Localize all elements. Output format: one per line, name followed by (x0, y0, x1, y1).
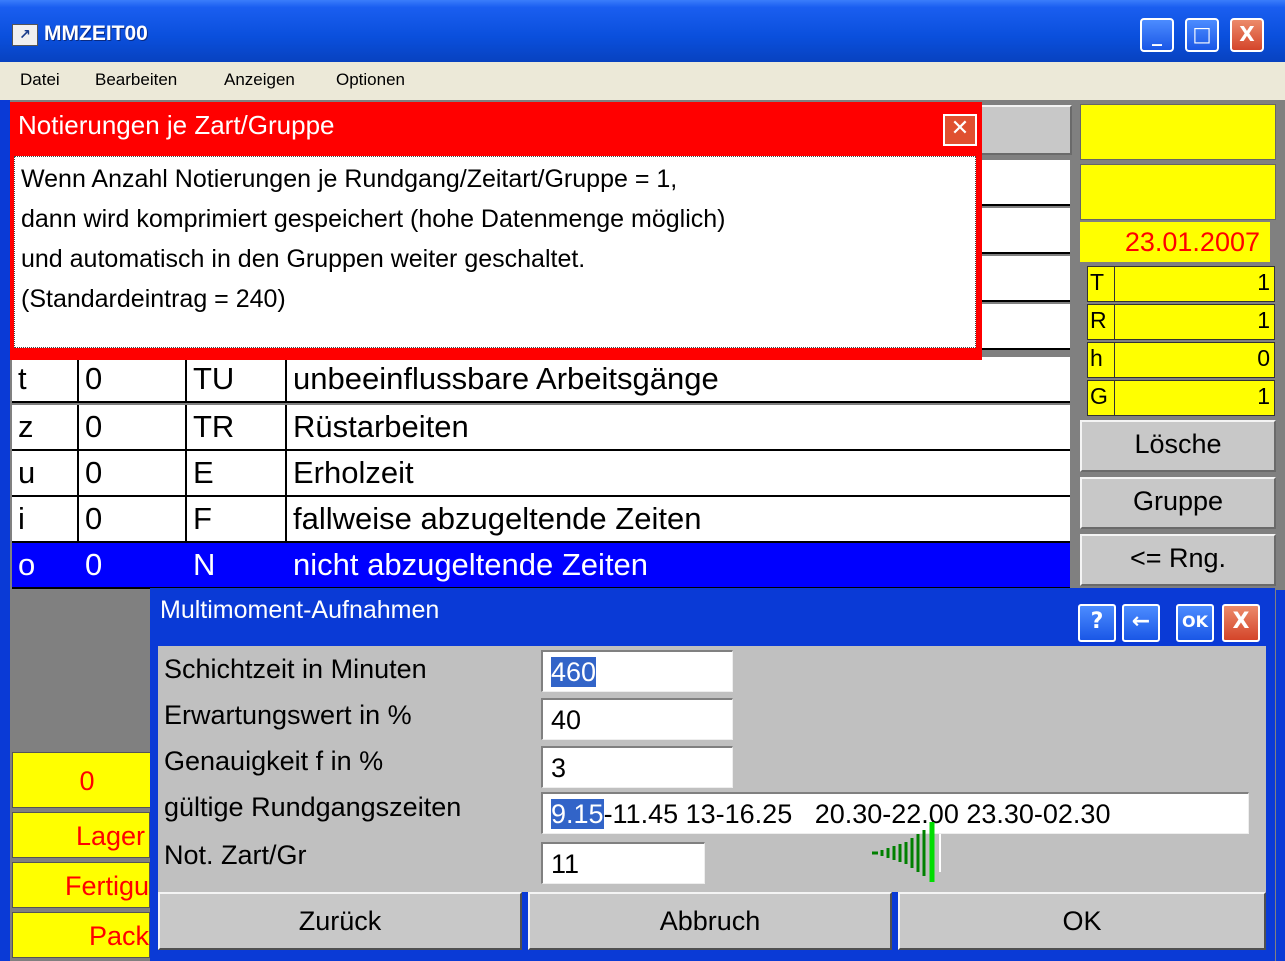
row-description: fallweise abzugeltende Zeiten (285, 497, 1070, 541)
stat-key: h (1090, 345, 1103, 371)
stat-row-h: h 0 (1087, 342, 1275, 378)
row-code: N (185, 543, 285, 587)
dialog-footer: Zurück Abbruch OK (158, 892, 1266, 954)
stat-row-r: R 1 (1087, 304, 1275, 340)
loesche-button[interactable]: Lösche (1080, 420, 1276, 472)
tooltip-close-button[interactable]: ✕ (943, 114, 977, 146)
close-button[interactable]: X (1230, 18, 1264, 52)
row-description: nicht abzugeltende Zeiten (285, 543, 1070, 587)
app-icon: ↗ (12, 24, 38, 46)
title-bar[interactable]: ↗ MMZEIT00 _ □ X (0, 0, 1285, 62)
notierungen-label: Not. Zart/Gr (164, 840, 307, 870)
row-code: E (185, 451, 285, 495)
tooltip-line: dann wird komprimiert gespeichert (hohe … (21, 205, 726, 233)
row-description: Erholzeit (285, 451, 1070, 495)
fertigung-item[interactable]: Fertigu (12, 862, 150, 908)
divider (1114, 343, 1115, 377)
back-arrow-button[interactable]: ← (1122, 604, 1160, 642)
tooltip-body: Wenn Anzahl Notierungen je Rundgang/Zeit… (14, 156, 976, 348)
tooltip-popup: Notierungen je Zart/Gruppe ✕ Wenn Anzahl… (10, 102, 982, 360)
row-key: u (18, 455, 36, 490)
top-gray-button[interactable] (975, 105, 1072, 155)
window-title: MMZEIT00 (44, 22, 148, 45)
stat-key: G (1090, 383, 1108, 409)
right-yellow-box-2 (1080, 164, 1276, 220)
lager-item[interactable]: Lager (12, 812, 150, 858)
ok-title-button[interactable]: OK (1176, 604, 1214, 642)
menu-bearbeiten[interactable]: Bearbeiten (95, 70, 177, 90)
row-count: 0 (77, 451, 185, 495)
row-description: Rüstarbeiten (285, 405, 1070, 449)
genauigkeit-input[interactable]: 3 (541, 746, 733, 788)
menu-datei[interactable]: Datei (20, 70, 60, 90)
stat-value: 0 (1257, 345, 1270, 371)
divider (1114, 305, 1115, 339)
menu-anzeigen[interactable]: Anzeigen (224, 70, 295, 90)
divider (1114, 267, 1115, 301)
minimize-button[interactable]: _ (1140, 18, 1174, 52)
pack-item[interactable]: Pack (12, 912, 150, 958)
row-count: 0 (77, 357, 185, 401)
stat-value: 1 (1257, 269, 1270, 295)
erwartungswert-label: Erwartungswert in % (164, 700, 412, 730)
table-row[interactable]: t 0 TU unbeeinflussbare Arbeitsgänge (12, 357, 1070, 403)
rundgangszeiten-label: gültige Rundgangszeiten (164, 792, 462, 822)
row-count: 0 (77, 497, 185, 541)
gruppe-button[interactable]: Gruppe (1080, 477, 1276, 529)
notierungen-input[interactable]: 11 (541, 842, 705, 884)
table-row[interactable]: u 0 E Erholzeit (12, 451, 1070, 497)
schichtzeit-label: Schichtzeit in Minuten (164, 654, 427, 684)
row-count: 0 (77, 405, 185, 449)
volume-slider-icon[interactable] (868, 822, 948, 884)
menu-bar: Datei Bearbeiten Anzeigen Optionen (0, 62, 1285, 100)
counter-display: 0 (12, 752, 162, 808)
stat-value: 1 (1257, 383, 1270, 409)
tooltip-line: (Standardeintrag = 240) (21, 285, 286, 313)
selected-text: 9.15 (551, 799, 604, 829)
row-key: z (18, 409, 34, 444)
help-button[interactable]: ? (1078, 604, 1116, 642)
schichtzeit-input[interactable]: 460 (541, 650, 733, 692)
row-key: o (18, 547, 36, 582)
dialog-title: Multimoment-Aufnahmen (160, 596, 440, 624)
right-yellow-box-1 (1080, 104, 1276, 160)
erwartungswert-input[interactable]: 40 (541, 698, 733, 740)
stat-row-t: T 1 (1087, 266, 1275, 302)
ok-button[interactable]: OK (898, 892, 1266, 950)
tooltip-line: und automatisch in den Gruppen weiter ge… (21, 245, 586, 273)
selected-text: 460 (551, 657, 597, 687)
table-row[interactable]: z 0 TR Rüstarbeiten (12, 405, 1070, 451)
row-count: 0 (77, 543, 185, 587)
date-display: 23.01.2007 (1080, 222, 1270, 262)
table-row[interactable]: i 0 F fallweise abzugeltende Zeiten (12, 497, 1070, 543)
tooltip-line: Wenn Anzahl Notierungen je Rundgang/Zeit… (21, 165, 678, 193)
stat-value: 1 (1257, 307, 1270, 333)
rundgang-back-button[interactable]: <= Rng. (1080, 534, 1276, 586)
abbruch-button[interactable]: Abbruch (528, 892, 892, 950)
row-code: F (185, 497, 285, 541)
rundgangszeiten-value: -11.45 13-16.25 20.30-22.00 23.30-02.30 (603, 799, 1111, 829)
row-key: i (18, 501, 25, 536)
dialog-close-button[interactable]: X (1222, 604, 1260, 642)
maximize-button[interactable]: □ (1185, 18, 1219, 52)
genauigkeit-label: Genauigkeit f in % (164, 746, 384, 776)
menu-optionen[interactable]: Optionen (336, 70, 405, 90)
table-row-selected[interactable]: o 0 N nicht abzugeltende Zeiten (12, 543, 1070, 589)
main-window: ↗ MMZEIT00 _ □ X Datei Bearbeiten Anzeig… (0, 0, 1285, 961)
row-key: t (18, 361, 27, 396)
tooltip-title: Notierungen je Zart/Gruppe (18, 110, 335, 140)
dialog-form: Schichtzeit in Minuten 460 Erwartungswer… (158, 646, 1266, 892)
divider (1114, 381, 1115, 415)
row-code: TR (185, 405, 285, 449)
zurueck-button[interactable]: Zurück (158, 892, 522, 950)
stat-row-g: G 1 (1087, 380, 1275, 416)
stat-key: T (1090, 269, 1105, 295)
stat-key: R (1090, 307, 1107, 333)
multimoment-dialog: Multimoment-Aufnahmen ? ← OK X Schichtze… (150, 588, 1275, 961)
row-description: unbeeinflussbare Arbeitsgänge (285, 357, 1070, 401)
row-code: TU (185, 357, 285, 401)
